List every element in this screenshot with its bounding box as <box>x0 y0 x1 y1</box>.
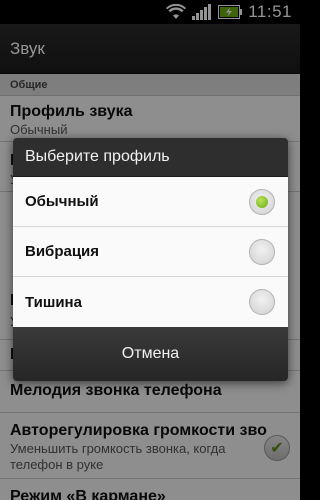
cancel-button[interactable]: Отмена <box>13 327 288 381</box>
dialog-footer: Отмена <box>13 327 288 381</box>
dialog-title: Выберите профиль <box>13 138 288 177</box>
radio-unselected-icon[interactable] <box>249 289 275 315</box>
radio-unselected-icon[interactable] <box>249 239 275 265</box>
profile-dialog: Выберите профиль Обычный Вибрация Тишина… <box>13 138 288 381</box>
option-label: Тишина <box>25 293 82 311</box>
profile-options: Обычный Вибрация Тишина <box>13 177 288 327</box>
profile-option-silent[interactable]: Тишина <box>13 277 288 327</box>
option-label: Обычный <box>25 193 99 210</box>
profile-option-normal[interactable]: Обычный <box>13 177 288 227</box>
profile-option-vibrate[interactable]: Вибрация <box>13 227 288 277</box>
radio-selected-icon[interactable] <box>249 189 275 215</box>
option-label: Вибрация <box>25 243 100 260</box>
